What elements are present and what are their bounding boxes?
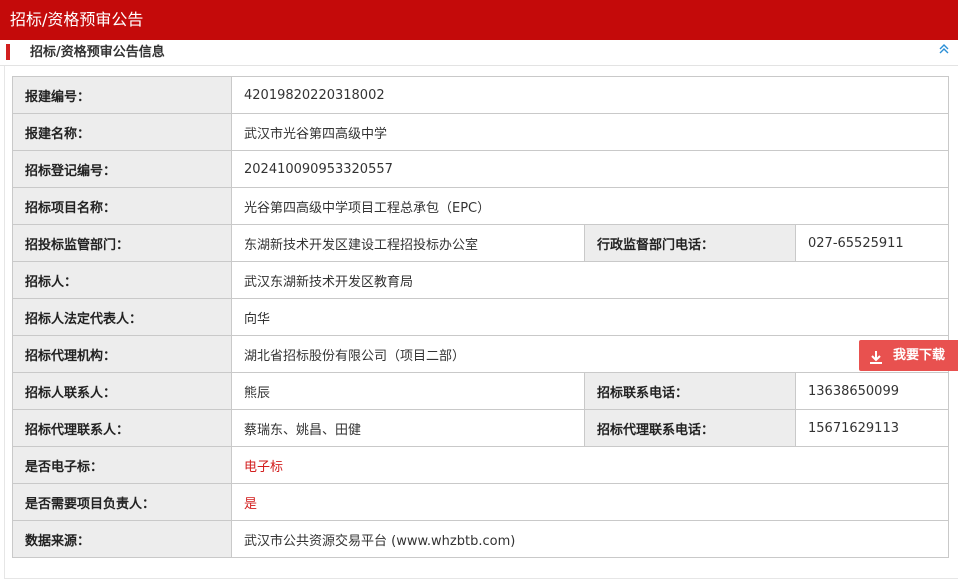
field-value: 电子标	[231, 446, 949, 484]
table-row: 招标人法定代表人： 向华	[12, 298, 949, 336]
field-label: 招标人联系人：	[12, 372, 232, 410]
field-value: 光谷第四高级中学项目工程总承包（EPC）	[231, 187, 949, 225]
table-row: 招标登记编号： 202410090953320557	[12, 150, 949, 188]
field-label: 招标人：	[12, 261, 232, 299]
section-title: 招标/资格预审公告信息	[30, 45, 165, 60]
field-label: 招标代理联系电话：	[584, 409, 796, 447]
field-label: 是否电子标：	[12, 446, 232, 484]
field-value: 202410090953320557	[231, 150, 949, 188]
field-value: 42019820220318002	[231, 76, 949, 114]
field-value: 13638650099	[795, 372, 949, 410]
field-value: 向华	[231, 298, 949, 336]
field-label: 招标登记编号：	[12, 150, 232, 188]
field-value: 武汉东湖新技术开发区教育局	[231, 261, 949, 299]
field-value: 东湖新技术开发区建设工程招投标办公室	[231, 224, 585, 262]
field-label: 招投标监管部门：	[12, 224, 232, 262]
field-label: 是否需要项目负责人：	[12, 483, 232, 521]
page-title: 招标/资格预审公告	[10, 10, 144, 29]
field-value: 是	[231, 483, 949, 521]
download-label: 我要下载	[893, 348, 946, 363]
double-chevron-up-icon[interactable]	[936, 43, 952, 59]
field-value: 15671629113	[795, 409, 949, 447]
table-row: 招标代理联系人： 蔡瑞东、姚昌、田健 招标代理联系电话： 15671629113	[12, 409, 949, 447]
table-row: 报建编号： 42019820220318002	[12, 76, 949, 114]
field-label: 招标联系电话：	[584, 372, 796, 410]
page-header: 招标/资格预审公告	[0, 0, 958, 40]
field-label: 报建编号：	[12, 76, 232, 114]
section-header: 招标/资格预审公告信息	[0, 40, 958, 66]
field-value: 027-65525911	[795, 224, 949, 262]
field-value: 武汉市光谷第四高级中学	[231, 113, 949, 151]
download-icon	[868, 347, 884, 364]
info-table: 报建编号： 42019820220318002 报建名称： 武汉市光谷第四高级中…	[12, 76, 949, 558]
field-label: 招标代理机构：	[12, 335, 232, 373]
field-value: 武汉市公共资源交易平台 (www.whzbtb.com)	[231, 520, 949, 558]
field-value: 湖北省招标股份有限公司（项目二部）	[231, 335, 949, 373]
field-label: 招标项目名称：	[12, 187, 232, 225]
table-row: 招投标监管部门： 东湖新技术开发区建设工程招投标办公室 行政监督部门电话： 02…	[12, 224, 949, 262]
table-row: 招标项目名称： 光谷第四高级中学项目工程总承包（EPC）	[12, 187, 949, 225]
field-value: 蔡瑞东、姚昌、田健	[231, 409, 585, 447]
table-row: 招标人联系人： 熊辰 招标联系电话： 13638650099	[12, 372, 949, 410]
field-label: 招标人法定代表人：	[12, 298, 232, 336]
field-label: 数据来源：	[12, 520, 232, 558]
field-value: 熊辰	[231, 372, 585, 410]
table-row: 招标代理机构： 湖北省招标股份有限公司（项目二部）	[12, 335, 949, 373]
table-row: 报建名称： 武汉市光谷第四高级中学	[12, 113, 949, 151]
field-label: 招标代理联系人：	[12, 409, 232, 447]
field-label: 报建名称：	[12, 113, 232, 151]
download-button[interactable]: 我要下载	[859, 340, 958, 371]
table-row: 是否需要项目负责人： 是	[12, 483, 949, 521]
table-row: 数据来源： 武汉市公共资源交易平台 (www.whzbtb.com)	[12, 520, 949, 558]
section-marker	[6, 44, 10, 60]
table-row: 是否电子标： 电子标	[12, 446, 949, 484]
field-label: 行政监督部门电话：	[584, 224, 796, 262]
table-row: 招标人： 武汉东湖新技术开发区教育局	[12, 261, 949, 299]
